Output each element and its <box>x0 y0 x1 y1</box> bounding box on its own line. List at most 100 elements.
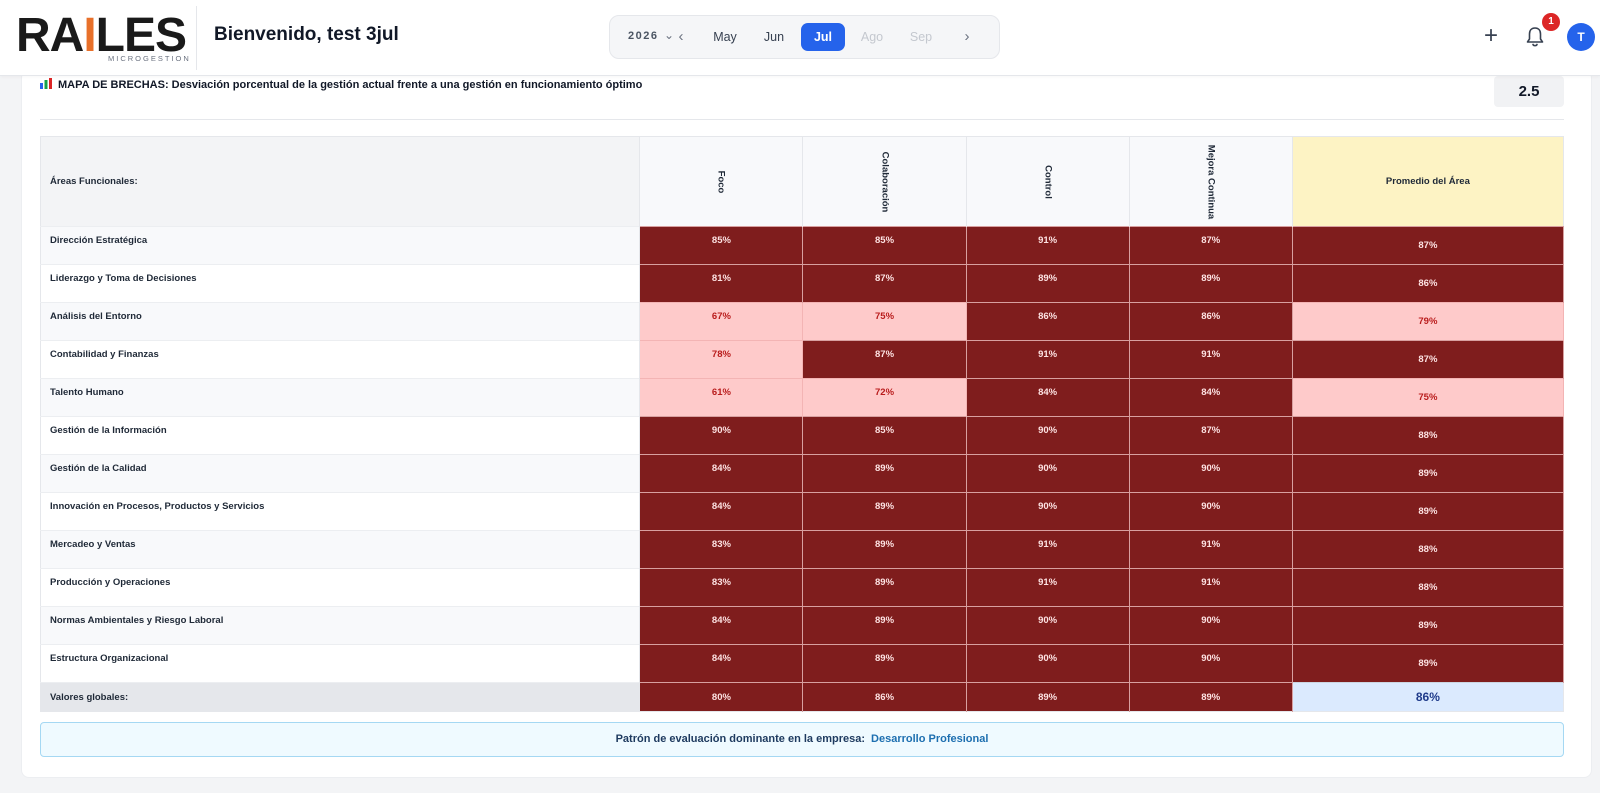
gap-cell: 91% <box>966 340 1130 379</box>
gap-cell: 90% <box>966 454 1130 493</box>
section-divider <box>40 119 1564 120</box>
table-row: Talento Humano 61% 72% 84% 84% 75% <box>40 378 1565 417</box>
table-row: Análisis del Entorno 67% 75% 86% 86% 79% <box>40 302 1565 341</box>
table-row: Normas Ambientales y Riesgo Laboral 84% 89… <box>40 606 1565 645</box>
area-name: Innovación en Procesos, Productos y Serv… <box>40 492 641 531</box>
area-name: Estructura Organizacional <box>40 644 641 683</box>
header-mejora-continua: Mejora Continua <box>1129 136 1293 227</box>
gap-cell: 90% <box>966 416 1130 455</box>
area-average-cell: 89% <box>1292 492 1565 531</box>
dominant-pattern-banner: Patrón de evaluación dominante en la emp… <box>40 722 1564 757</box>
area-name: Dirección Estratégica <box>40 226 641 265</box>
table-row: Gestión de la Información 90% 85% 90% 87% 88% <box>40 416 1565 455</box>
gap-cell: 84% <box>639 454 804 493</box>
area-name: Talento Humano <box>40 378 641 417</box>
gap-cell: 86% <box>1129 302 1293 341</box>
year-select[interactable]: 2026 <box>628 30 658 42</box>
header-colaboracion: Colaboración <box>802 136 967 227</box>
area-average-cell: 88% <box>1292 416 1565 455</box>
global-cell: 86% <box>802 682 967 712</box>
table-row: Innovación en Procesos, Productos y Serv… <box>40 492 1565 531</box>
welcome-title: Bienvenido, test 3jul <box>214 24 399 45</box>
gap-cell: 89% <box>802 492 967 531</box>
area-name: Liderazgo y Toma de Decisiones <box>40 264 641 303</box>
gap-cell: 87% <box>802 264 967 303</box>
score-value: 2.5 <box>1494 76 1564 107</box>
area-average-cell: 89% <box>1292 606 1565 645</box>
gap-cell: 72% <box>802 378 967 417</box>
gap-cell: 83% <box>639 568 804 607</box>
header-foco: Foco <box>639 136 804 227</box>
global-cell: 89% <box>1129 682 1293 712</box>
area-name: Análisis del Entorno <box>40 302 641 341</box>
plus-icon[interactable]: + <box>1484 24 1498 48</box>
header-divider <box>196 6 197 70</box>
table-row: Gestión de la Calidad 84% 89% 90% 90% 89% <box>40 454 1565 493</box>
gap-cell: 84% <box>639 492 804 531</box>
area-name: Gestión de la Información <box>40 416 641 455</box>
chevron-right-icon[interactable]: › <box>958 27 976 47</box>
area-average-cell: 89% <box>1292 644 1565 683</box>
table-row: Contabilidad y Finanzas 78% 87% 91% 91% 87% <box>40 340 1565 379</box>
period-selector: 2026 ⌄ ‹ May Jun Jul Ago Sep › <box>609 15 1000 59</box>
month-tab-jun[interactable]: Jun <box>752 23 796 51</box>
header-control: Control <box>966 136 1130 227</box>
gap-cell: 89% <box>802 530 967 569</box>
global-label: Valores globales: <box>40 682 641 712</box>
area-name: Producción y Operaciones <box>40 568 641 607</box>
gap-cell: 90% <box>966 644 1130 683</box>
gap-cell: 90% <box>1129 644 1293 683</box>
gap-cell: 90% <box>1129 492 1293 531</box>
chevron-left-icon[interactable]: ‹ <box>672 27 690 47</box>
table-row: Dirección Estratégica 85% 85% 91% 87% 87% <box>40 226 1565 265</box>
gap-cell: 91% <box>966 568 1130 607</box>
area-average-cell: 88% <box>1292 530 1565 569</box>
global-cell: 80% <box>639 682 804 712</box>
gap-cell: 86% <box>966 302 1130 341</box>
area-name: Contabilidad y Finanzas <box>40 340 641 379</box>
top-bar: RAILES MICROGESTION Bienvenido, test 3ju… <box>0 0 1600 76</box>
month-tab-jul[interactable]: Jul <box>801 23 845 51</box>
table-row: Producción y Operaciones 83% 89% 91% 91% 88% <box>40 568 1565 607</box>
gap-matrix-table: Áreas Funcionales: Foco Colaboración Con… <box>40 136 1565 712</box>
gap-cell: 75% <box>802 302 967 341</box>
header-label: Control <box>1042 164 1054 199</box>
gap-cell: 91% <box>1129 340 1293 379</box>
gap-cell: 81% <box>639 264 804 303</box>
gap-cell: 87% <box>1129 226 1293 265</box>
gap-cell: 90% <box>1129 454 1293 493</box>
logo-subtitle: MICROGESTION <box>108 54 191 63</box>
bell-icon[interactable] <box>1526 26 1544 48</box>
avatar[interactable]: T <box>1567 23 1595 51</box>
table-row: Liderazgo y Toma de Decisiones 81% 87% 89% 8… <box>40 264 1565 303</box>
area-average-cell: 75% <box>1292 378 1565 417</box>
gap-cell: 89% <box>802 606 967 645</box>
area-average-cell: 88% <box>1292 568 1565 607</box>
gap-cell: 78% <box>639 340 804 379</box>
gap-cell: 84% <box>1129 378 1293 417</box>
notification-badge: 1 <box>1542 13 1560 31</box>
global-average-cell: 86% <box>1292 682 1564 712</box>
gap-cell: 90% <box>639 416 804 455</box>
pattern-label: Patrón de evaluación dominante en la emp… <box>615 733 866 745</box>
table-row: Mercadeo y Ventas 83% 89% 91% 91% 88% <box>40 530 1565 569</box>
global-values-row: Valores globales: 80% 86% 89% 89% 86% <box>40 682 1564 712</box>
pattern-value: Desarrollo Profesional <box>871 733 989 745</box>
area-average-cell: 87% <box>1292 226 1565 265</box>
area-average-cell: 86% <box>1292 264 1565 303</box>
gap-cell: 89% <box>966 264 1130 303</box>
month-tab-ago: Ago <box>860 30 884 44</box>
gap-cell: 85% <box>639 226 804 265</box>
gap-cell: 85% <box>802 226 967 265</box>
area-name: Mercadeo y Ventas <box>40 530 641 569</box>
gap-cell: 61% <box>639 378 804 417</box>
railes-logo[interactable]: RAILES MICROGESTION <box>16 10 189 64</box>
section-title-text: MAPA DE BRECHAS: Desviación porcentual d… <box>58 79 643 91</box>
global-cell: 89% <box>966 682 1130 712</box>
gap-cell: 87% <box>1129 416 1293 455</box>
area-average-cell: 79% <box>1292 302 1565 341</box>
header-areas: Áreas Funcionales: <box>40 136 641 227</box>
table-header-row: Áreas Funcionales: Foco Colaboración Con… <box>40 136 1564 227</box>
month-tab-may[interactable]: May <box>703 23 747 51</box>
area-name: Normas Ambientales y Riesgo Laboral <box>40 606 641 645</box>
